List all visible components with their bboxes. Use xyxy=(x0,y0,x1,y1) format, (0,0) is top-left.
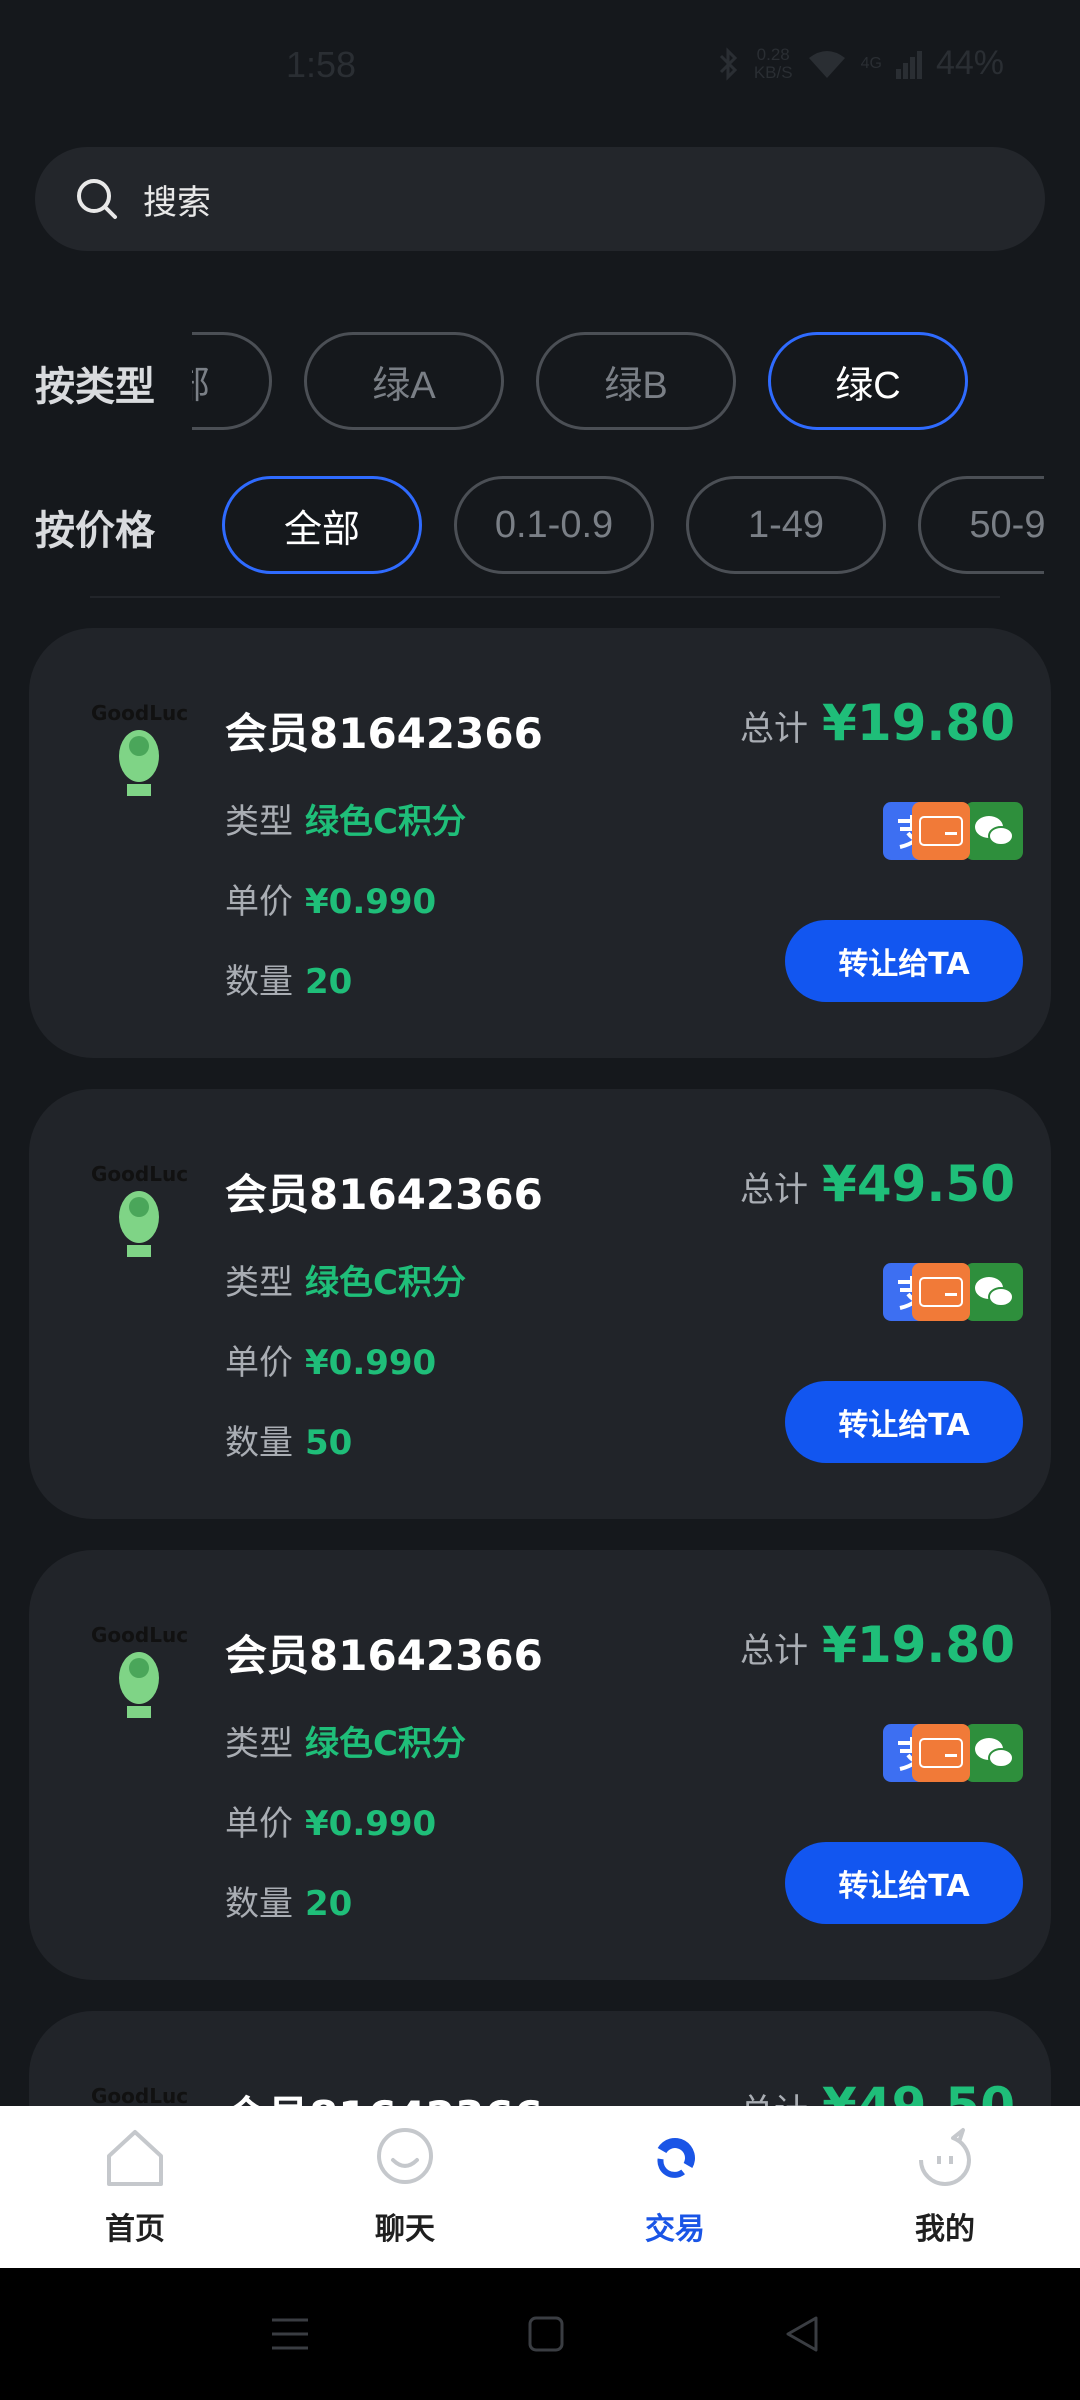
payment-methods xyxy=(883,802,1023,860)
payment-methods xyxy=(883,1724,1023,1782)
quantity-row: 数量 20 xyxy=(225,1884,353,1924)
type-chip-green-a[interactable]: 绿A xyxy=(304,332,504,430)
price-filter-row: 全部 0.1-0.9 1-49 50-99 xyxy=(222,476,1044,574)
home-square-icon[interactable] xyxy=(524,2312,568,2356)
status-bar: 1:58 0.28 KB/S 4G 44% xyxy=(0,0,1080,130)
nav-chat[interactable]: 聊天 xyxy=(270,2106,540,2268)
status-icons: 0.28 KB/S 4G 44% xyxy=(718,44,1004,83)
total: 总计 ¥19.80 xyxy=(740,694,1015,752)
type-row: 类型 绿色C积分 xyxy=(225,1724,466,1764)
member-name: 会员81642366 xyxy=(225,709,543,758)
nav-home-label: 首页 xyxy=(105,2212,165,2247)
filter-divider xyxy=(90,596,1000,598)
network-type: 4G xyxy=(860,54,882,72)
member-name: 会员81642366 xyxy=(225,1631,543,1680)
back-icon[interactable] xyxy=(780,2312,824,2356)
listing-card: GoodLuck 会员81642366 类型绿色C积分 单价¥0.990 数量5… xyxy=(29,1089,1051,1519)
type-chip-green-c[interactable]: 绿C xyxy=(768,332,968,430)
nav-trade-label: 交易 xyxy=(645,2212,705,2247)
search-bar[interactable]: 搜索 xyxy=(35,147,1045,251)
quantity-row: 数量 20 xyxy=(225,962,353,1002)
home-icon xyxy=(107,2130,163,2186)
chat-icon xyxy=(377,2128,433,2184)
payment-methods xyxy=(883,1263,1023,1321)
member-name: 会员81642366 xyxy=(225,1170,543,1219)
type-filter-label: 按类型 xyxy=(35,364,155,410)
type-row: 类型 绿色C积分 xyxy=(225,802,466,842)
price-chip-50-99[interactable]: 50-99 xyxy=(918,476,1044,574)
svg-text:GoodLuck: GoodLuck xyxy=(91,1162,189,1186)
listing-card: GoodLuck 会员81642366 类型绿色C积分 单价¥0.990 数量2… xyxy=(29,628,1051,1058)
price-filter-label: 按价格 xyxy=(35,508,155,554)
avatar: GoodLuck xyxy=(91,1162,189,1257)
wechat-icon xyxy=(965,1263,1023,1321)
type-filter-row: 全部 绿A 绿B 绿C xyxy=(192,332,1042,430)
svg-text:GoodLuck: GoodLuck xyxy=(91,1623,189,1647)
type-chip-green-b[interactable]: 绿B xyxy=(536,332,736,430)
wechat-icon xyxy=(965,1724,1023,1782)
menu-icon[interactable] xyxy=(268,2312,312,2356)
nav-trade[interactable]: 交易 xyxy=(540,2106,810,2268)
price-chip-1-49[interactable]: 1-49 xyxy=(686,476,886,574)
signal-icon xyxy=(895,50,922,79)
svg-text:GoodLuck: GoodLuck xyxy=(91,2084,189,2108)
trade-icon xyxy=(657,2138,695,2178)
battery-level: 44% xyxy=(935,44,1004,82)
wechat-icon xyxy=(965,802,1023,860)
listing-card: GoodLuck 会员81642366 类型绿色C积分 单价¥0.990 数量2… xyxy=(29,1550,1051,1980)
bank-card-icon xyxy=(912,1263,970,1321)
wifi-icon xyxy=(808,50,845,78)
price-chip-0-1-0-9[interactable]: 0.1-0.9 xyxy=(454,476,654,574)
price-row: 单价 ¥0.990 xyxy=(225,882,437,922)
avatar: GoodLuck xyxy=(91,701,189,796)
nav-profile-label: 我的 xyxy=(915,2212,975,2247)
bank-card-icon xyxy=(912,1724,970,1782)
search-icon xyxy=(77,179,117,219)
transfer-button[interactable]: 转让给TA xyxy=(785,920,1023,1002)
price-row: 单价 ¥0.990 xyxy=(225,1343,437,1383)
network-speed: 0.28 KB/S xyxy=(753,44,793,82)
search-placeholder: 搜索 xyxy=(143,182,211,223)
bottom-nav: 首页 聊天 交易 我的 xyxy=(0,2106,1080,2268)
total: 总计 ¥19.80 xyxy=(740,1616,1015,1674)
transfer-button[interactable]: 转让给TA xyxy=(785,1842,1023,1924)
total: 总计¥49.50 xyxy=(740,1155,1015,1213)
type-chip-all[interactable]: 全部 xyxy=(192,332,272,430)
bank-card-icon xyxy=(912,802,970,860)
quantity-row: 数量 50 xyxy=(225,1423,353,1463)
status-time: 1:58 xyxy=(286,44,357,85)
nav-profile[interactable]: 我的 xyxy=(810,2106,1080,2268)
nav-chat-label: 聊天 xyxy=(375,2212,435,2247)
avatar: GoodLuck xyxy=(91,1623,189,1718)
svg-text:GoodLuck: GoodLuck xyxy=(91,701,189,725)
system-nav-bar xyxy=(0,2268,1080,2400)
price-row: 单价 ¥0.990 xyxy=(225,1804,437,1844)
transfer-button[interactable]: 转让给TA xyxy=(785,1381,1023,1463)
bluetooth-icon xyxy=(719,46,737,81)
profile-icon xyxy=(919,2128,971,2186)
nav-home[interactable]: 首页 xyxy=(0,2106,270,2268)
type-row: 类型 绿色C积分 xyxy=(225,1263,466,1303)
price-chip-all[interactable]: 全部 xyxy=(222,476,422,574)
